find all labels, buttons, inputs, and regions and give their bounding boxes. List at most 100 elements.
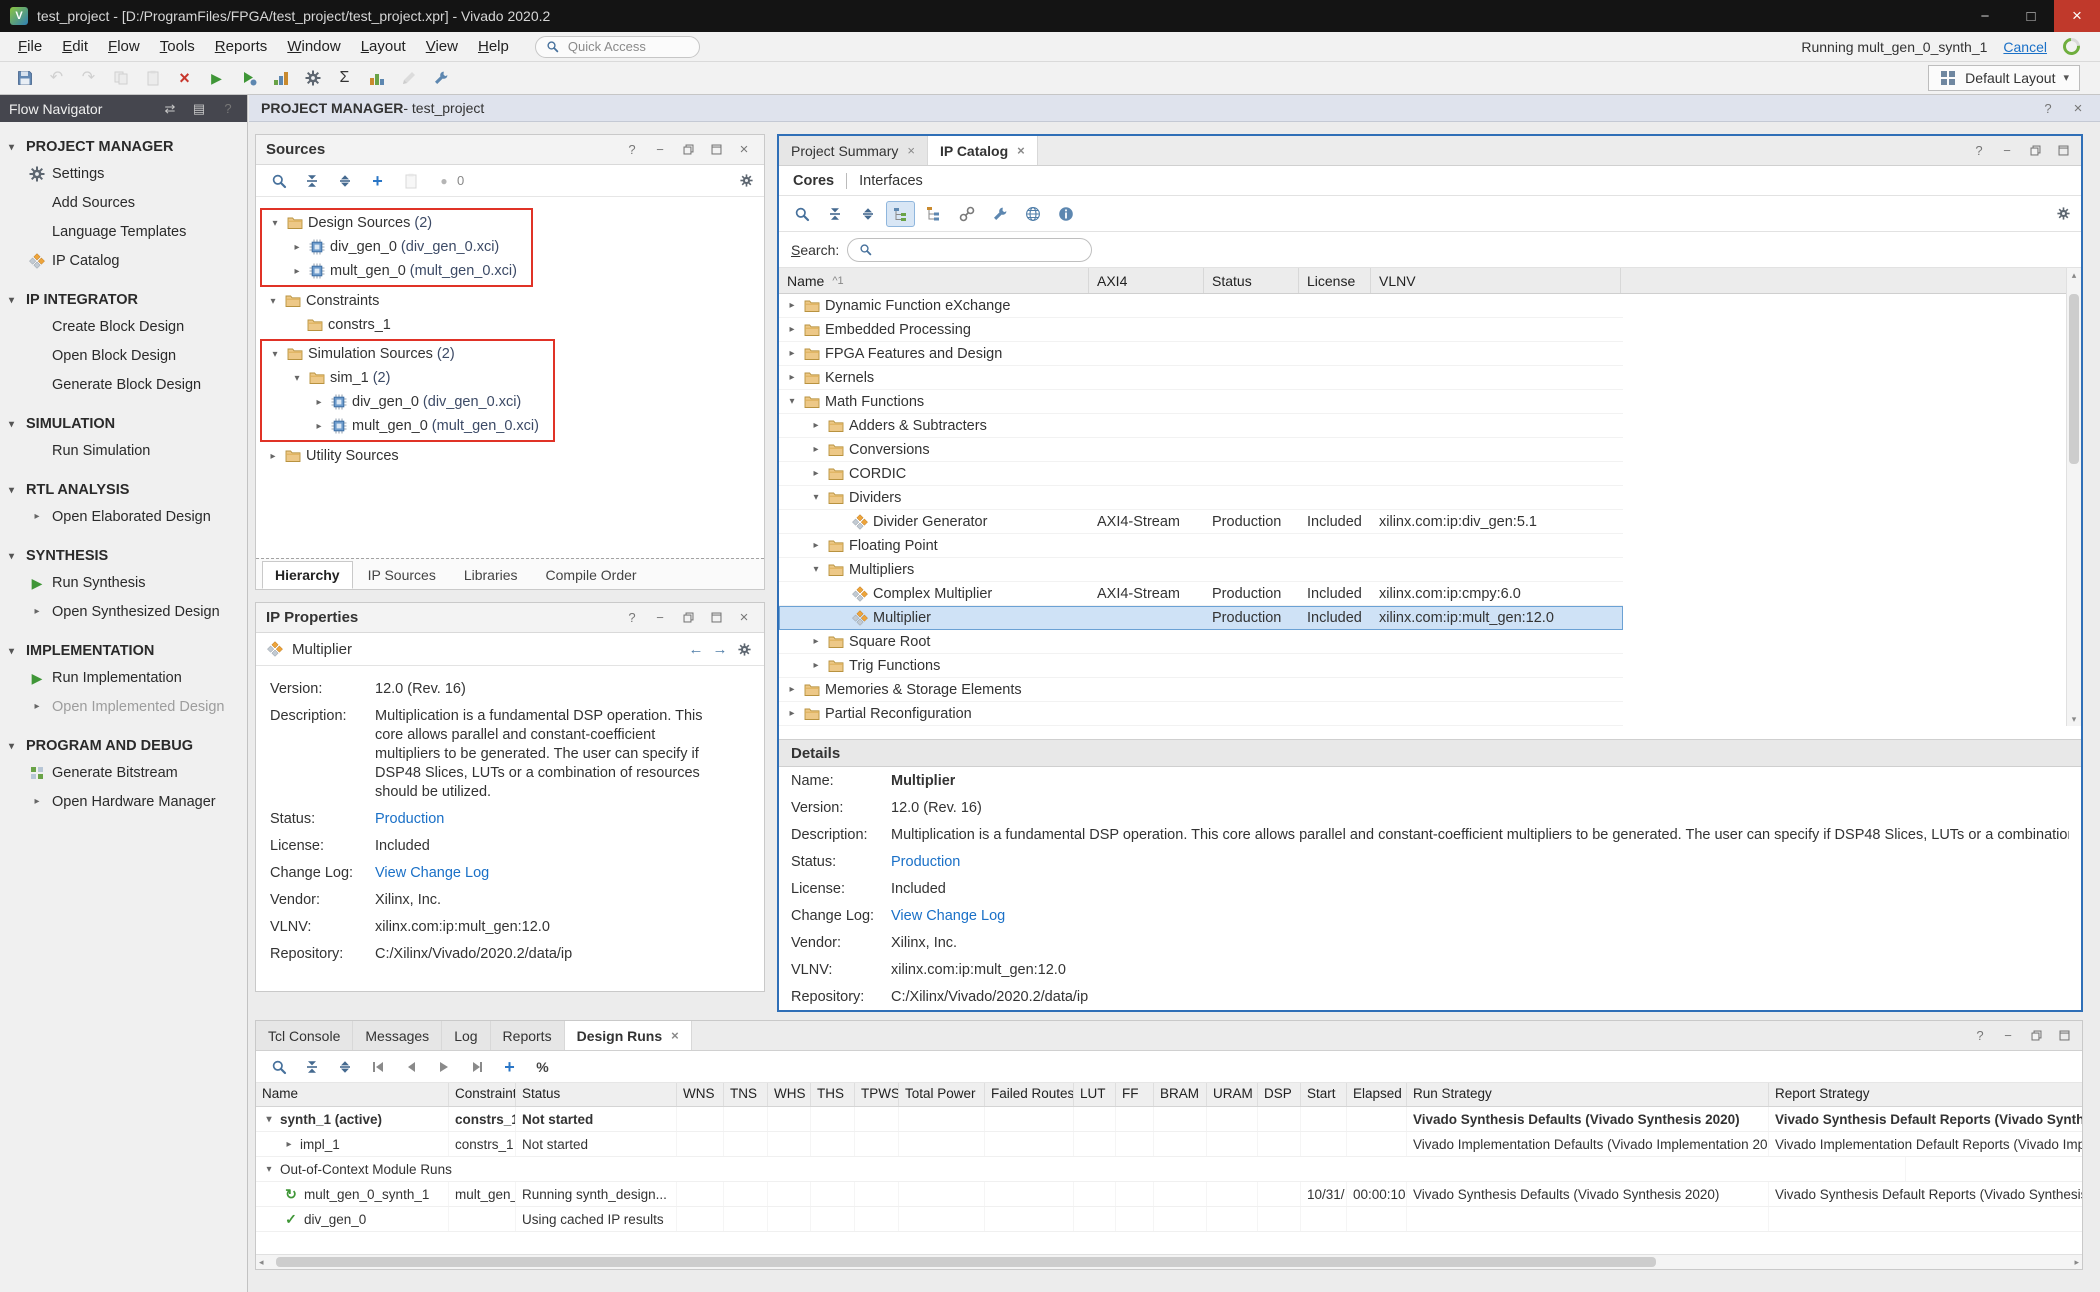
close-tab-icon[interactable]: × (907, 143, 915, 158)
catalog-hier-button[interactable] (886, 201, 915, 227)
scrollbar-thumb[interactable] (2069, 294, 2079, 464)
catalog-row-embedded-processing[interactable]: ▸Embedded Processing (779, 318, 1623, 342)
tree-chevron-icon[interactable]: ▸ (785, 372, 799, 383)
catalog-row-cordic[interactable]: ▸CORDIC (779, 462, 1623, 486)
tree-chevron-icon[interactable]: ▸ (809, 540, 823, 551)
catalog-row-divider-generator[interactable]: Divider GeneratorAXI4-StreamProductionIn… (779, 510, 1623, 534)
catalog-search-input[interactable] (847, 238, 1092, 262)
tree-chevron-icon[interactable]: ▾ (268, 349, 282, 360)
catalog-globe-button[interactable] (1018, 201, 1047, 227)
panel-help-icon[interactable]: ? (1969, 142, 1989, 160)
runs-column-total-power[interactable]: Total Power (899, 1083, 985, 1106)
tree-chevron-icon[interactable]: ▾ (809, 492, 823, 503)
tree-chevron-icon[interactable]: ▸ (809, 636, 823, 647)
panel-close-icon[interactable]: × (734, 609, 754, 627)
catalog-row-conversions[interactable]: ▸Conversions (779, 438, 1623, 462)
runs-column-constraints[interactable]: Constraints (449, 1083, 516, 1106)
runs-column-whs[interactable]: WHS (768, 1083, 811, 1106)
flownav-item-open-synthesized-design[interactable]: ▸Open Synthesized Design (0, 597, 247, 626)
catalog-info-button[interactable] (1051, 201, 1080, 227)
catalog-row-floating-point[interactable]: ▸Floating Point (779, 534, 1623, 558)
flownav-item-create-block-design[interactable]: Create Block Design (0, 312, 247, 341)
column-license[interactable]: License (1299, 268, 1371, 293)
tree-chevron-icon[interactable]: ▾ (290, 373, 304, 384)
panel-min-icon[interactable]: − (1997, 142, 2017, 160)
catalog-wrench-button[interactable] (985, 201, 1014, 227)
right-nav-icon[interactable]: → (710, 640, 730, 658)
tree-chevron-icon[interactable]: ▸ (312, 421, 326, 432)
flownav-item-add-sources[interactable]: Add Sources (0, 188, 247, 217)
runs-column-status[interactable]: Status (516, 1083, 677, 1106)
panel-float-icon[interactable] (2026, 1027, 2046, 1045)
tree-chevron-icon[interactable]: ▾ (268, 218, 282, 229)
menu-window[interactable]: Window (277, 35, 350, 58)
source-item-sim-1[interactable]: ▾sim_1 (2) (262, 366, 539, 390)
tree-chevron-icon[interactable]: ▾ (262, 1114, 276, 1125)
sources-tab-hierarchy[interactable]: Hierarchy (262, 561, 353, 589)
tree-chevron-icon[interactable]: ▸ (809, 420, 823, 431)
tree-chevron-icon[interactable]: ▸ (290, 266, 304, 277)
tree-chevron-icon[interactable]: ▸ (290, 242, 304, 253)
runs-column-ff[interactable]: FF (1116, 1083, 1154, 1106)
sources-expand-button[interactable] (330, 168, 359, 194)
details-link[interactable]: View Change Log (891, 908, 1005, 924)
toolbar-play-button[interactable]: ▶ (202, 65, 231, 91)
tree-chevron-icon[interactable]: ▸ (312, 397, 326, 408)
panel-float-icon[interactable] (678, 141, 698, 159)
runs-column-elapsed[interactable]: Elapsed (1347, 1083, 1407, 1106)
tree-chevron-icon[interactable]: ▸ (809, 660, 823, 671)
toolbar-stop-button[interactable]: × (170, 65, 199, 91)
tab-tcl-console[interactable]: Tcl Console (256, 1021, 353, 1050)
catalog-row-adders-subtracters[interactable]: ▸Adders & Subtracters (779, 414, 1623, 438)
runs-column-ths[interactable]: THS (811, 1083, 855, 1106)
maximize-button[interactable]: □ (2008, 0, 2054, 32)
panel-min-icon[interactable]: − (1998, 1027, 2018, 1045)
cancel-link[interactable]: Cancel (2003, 39, 2047, 55)
flownav-item-open-hardware-manager[interactable]: ▸Open Hardware Manager (0, 787, 247, 816)
toolbar-steps-button[interactable] (266, 65, 295, 91)
catalog-row-fpga-features-and-design[interactable]: ▸FPGA Features and Design (779, 342, 1623, 366)
flownav-item-run-simulation[interactable]: Run Simulation (0, 436, 247, 465)
menu-reports[interactable]: Reports (205, 35, 278, 58)
panel-max-icon[interactable] (706, 141, 726, 159)
catalog-row-memories-storage-elements[interactable]: ▸Memories & Storage Elements (779, 678, 1623, 702)
design-run-row-div-gen-0[interactable]: ✓div_gen_0Using cached IP results (256, 1207, 2082, 1232)
column-status[interactable]: Status (1204, 268, 1299, 293)
horizontal-scrollbar[interactable]: ◂ ▸ (256, 1254, 2082, 1269)
runs-column-uram[interactable]: URAM (1207, 1083, 1258, 1106)
toolbar-pencil-button[interactable] (394, 65, 423, 91)
design-run-row-synth-1-active[interactable]: ▾synth_1 (active)constrs_1Not startedViv… (256, 1107, 2082, 1132)
catalog-row-multiplier[interactable]: MultiplierProductionIncludedxilinx.com:i… (779, 606, 1623, 630)
source-item-div-gen-0[interactable]: ▸div_gen_0 (div_gen_0.xci) (262, 390, 539, 414)
ip-properties-link[interactable]: View Change Log (375, 865, 489, 881)
flownav-section-synthesis[interactable]: ▾SYNTHESIS (0, 544, 247, 568)
catalog-row-kernels[interactable]: ▸Kernels (779, 366, 1623, 390)
minimize-button[interactable]: − (1962, 0, 2008, 32)
runs-plus-button[interactable]: + (495, 1054, 524, 1080)
sources-tab-ip-sources[interactable]: IP Sources (355, 561, 449, 589)
close-tab-icon[interactable]: × (671, 1028, 679, 1043)
source-item-mult-gen-0[interactable]: ▸mult_gen_0 (mult_gen_0.xci) (262, 259, 517, 283)
flownav-item-ip-catalog[interactable]: IP Catalog (0, 246, 247, 275)
toolbar-redo-button[interactable]: ↷ (74, 65, 103, 91)
panel-float-icon[interactable] (678, 609, 698, 627)
toolbar-sigma-button[interactable]: Σ (330, 65, 359, 91)
tree-chevron-icon[interactable]: ▾ (262, 1164, 276, 1175)
scroll-up-icon[interactable]: ▴ (2072, 268, 2077, 282)
gear-nav-icon[interactable] (734, 640, 754, 658)
left-nav-icon[interactable]: ← (686, 640, 706, 658)
flownav-section-ip-integrator[interactable]: ▾IP INTEGRATOR (0, 288, 247, 312)
sources-plus-button[interactable]: + (363, 168, 392, 194)
design-run-row-impl-1[interactable]: ▸impl_1constrs_1Not startedVivado Implem… (256, 1132, 2082, 1157)
tab-design-runs[interactable]: Design Runs× (565, 1021, 692, 1050)
flownav-section-program-and-debug[interactable]: ▾PROGRAM AND DEBUG (0, 734, 247, 758)
runs-column-start[interactable]: Start (1301, 1083, 1347, 1106)
design-run-group-out-of-context-module-runs[interactable]: ▾Out-of-Context Module Runs (256, 1157, 2082, 1182)
runs-collapse-button[interactable] (297, 1054, 326, 1080)
toolbar-playcfg-button[interactable] (234, 65, 263, 91)
tree-chevron-icon[interactable]: ▸ (785, 348, 799, 359)
close-tab-icon[interactable]: × (1017, 143, 1025, 158)
runs-stepfwd-button[interactable] (462, 1054, 491, 1080)
flownav-item-run-implementation[interactable]: ▶Run Implementation (0, 663, 247, 692)
sources-collapse-button[interactable] (297, 168, 326, 194)
